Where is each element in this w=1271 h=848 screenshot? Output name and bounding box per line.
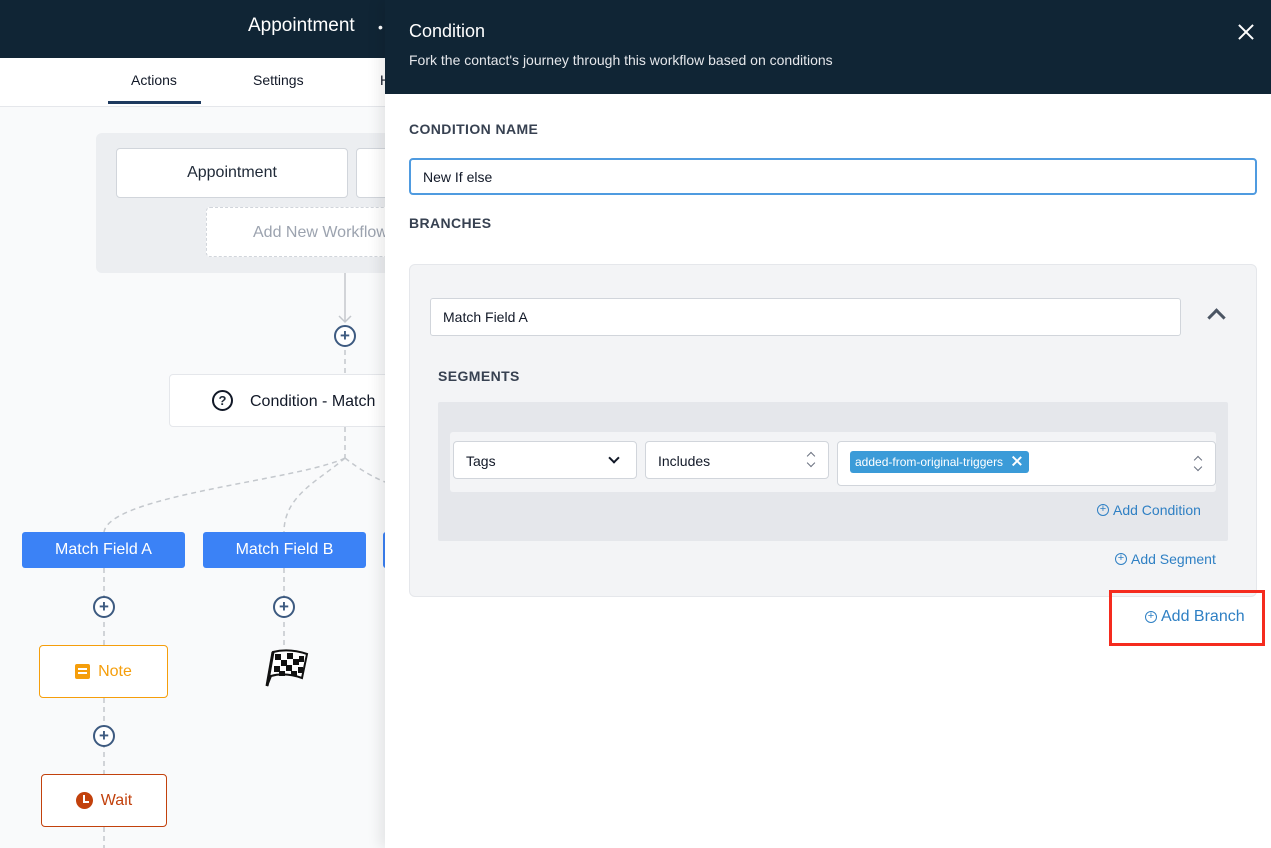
select-arrows-icon: [1193, 455, 1203, 473]
add-condition-label: Add Condition: [1113, 502, 1201, 518]
add-segment-button[interactable]: + Add Segment: [1115, 551, 1216, 567]
add-action-plus-icon[interactable]: +: [273, 596, 295, 618]
segment-card: Tags Includes added-from-original-trigge…: [438, 402, 1228, 541]
condition-name-label: CONDITION NAME: [409, 121, 539, 137]
finish-flag-icon: [265, 649, 309, 687]
add-condition-button[interactable]: + Add Condition: [1097, 502, 1201, 518]
branches-label: BRANCHES: [409, 215, 492, 231]
condition-drawer: Condition Fork the contact's journey thr…: [385, 0, 1271, 848]
add-branch-button[interactable]: + Add Branch: [1145, 608, 1245, 626]
close-icon[interactable]: [1236, 22, 1256, 42]
chevron-down-icon: [608, 452, 620, 464]
clock-icon: [75, 792, 93, 809]
branch-name-input[interactable]: [430, 298, 1181, 336]
note-action-label: Note: [98, 662, 132, 680]
add-action-plus-icon[interactable]: +: [334, 325, 356, 347]
drawer-header: Condition Fork the contact's journey thr…: [385, 0, 1271, 94]
add-circle-icon: +: [1097, 504, 1109, 516]
note-action-node[interactable]: Note: [39, 645, 168, 698]
condition-operator-select[interactable]: Includes: [645, 441, 829, 479]
add-action-plus-icon[interactable]: +: [93, 596, 115, 618]
question-icon: ?: [212, 390, 233, 411]
tag-chip: added-from-original-triggers: [850, 451, 1030, 473]
wait-action-node[interactable]: Wait: [41, 774, 167, 827]
condition-operator-value: Includes: [658, 453, 711, 469]
add-circle-icon: +: [1145, 611, 1157, 623]
condition-field-select[interactable]: Tags: [453, 441, 637, 479]
add-branch-label: Add Branch: [1161, 608, 1245, 625]
segments-label: SEGMENTS: [438, 368, 520, 384]
chevron-up-icon[interactable]: [1206, 307, 1226, 321]
branch-match-field-a[interactable]: Match Field A: [22, 532, 185, 568]
branch-match-field-b[interactable]: Match Field B: [203, 532, 366, 568]
condition-row: Tags Includes added-from-original-trigge…: [450, 432, 1216, 492]
drawer-title: Condition: [409, 21, 486, 41]
condition-field-value: Tags: [466, 453, 496, 469]
note-icon: [75, 664, 91, 679]
condition-name-input[interactable]: [409, 158, 1257, 195]
condition-values-select[interactable]: added-from-original-triggers: [837, 441, 1216, 486]
branch-card: SEGMENTS Tags Includes added-from-origin…: [409, 264, 1257, 597]
remove-tag-icon[interactable]: [1011, 455, 1023, 467]
add-action-plus-icon[interactable]: +: [93, 725, 115, 747]
add-segment-label: Add Segment: [1131, 551, 1216, 567]
drawer-subtitle: Fork the contact's journey through this …: [409, 52, 833, 68]
condition-node[interactable]: ? Condition - Match: [169, 374, 399, 427]
wait-action-label: Wait: [100, 791, 133, 809]
condition-node-label: Condition - Match: [250, 393, 376, 410]
add-circle-icon: +: [1115, 553, 1127, 565]
select-arrows-icon: [806, 451, 816, 469]
tag-chip-label: added-from-original-triggers: [855, 455, 1004, 469]
